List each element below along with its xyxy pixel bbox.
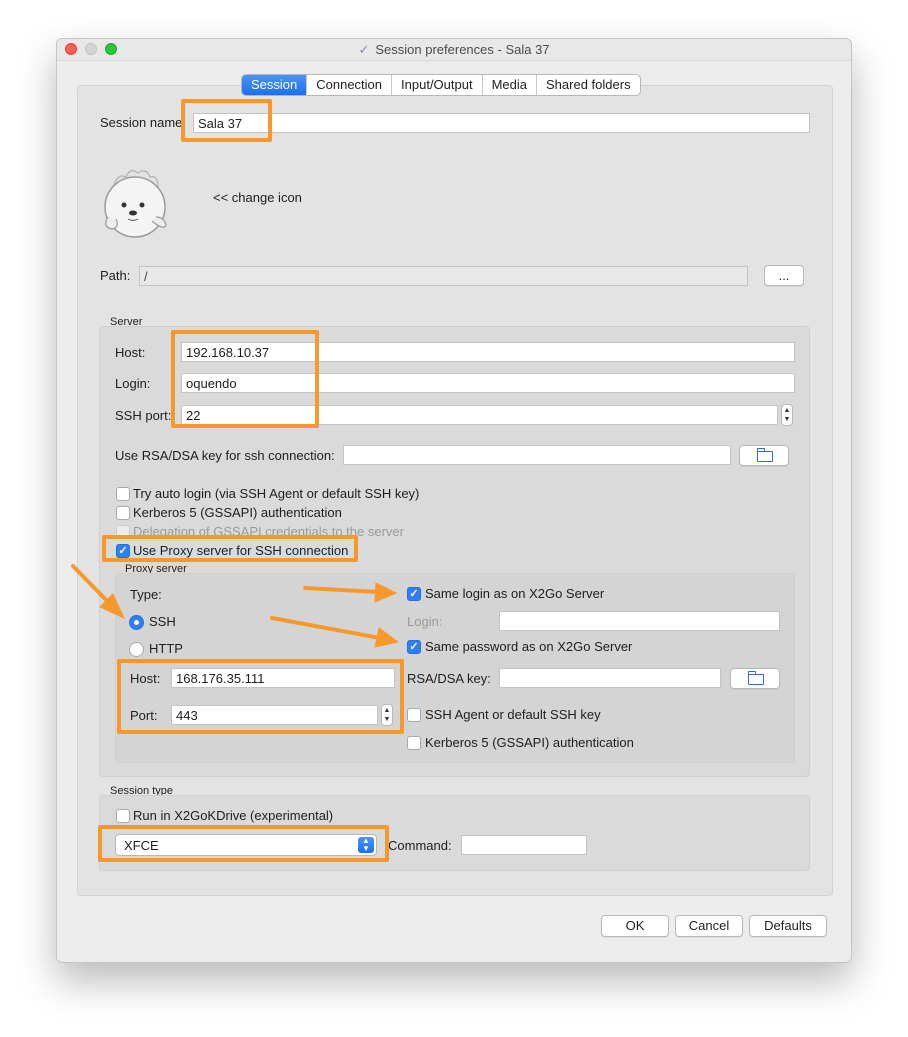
arrow-to-same-login: [303, 586, 380, 594]
arrow-head-same-login: [374, 582, 398, 603]
arrow-to-ssh-radio: [71, 564, 114, 608]
arrow-to-same-password: [270, 616, 382, 640]
arrow-head-same-password: [374, 627, 400, 648]
annotation-arrows: [71, 564, 400, 648]
